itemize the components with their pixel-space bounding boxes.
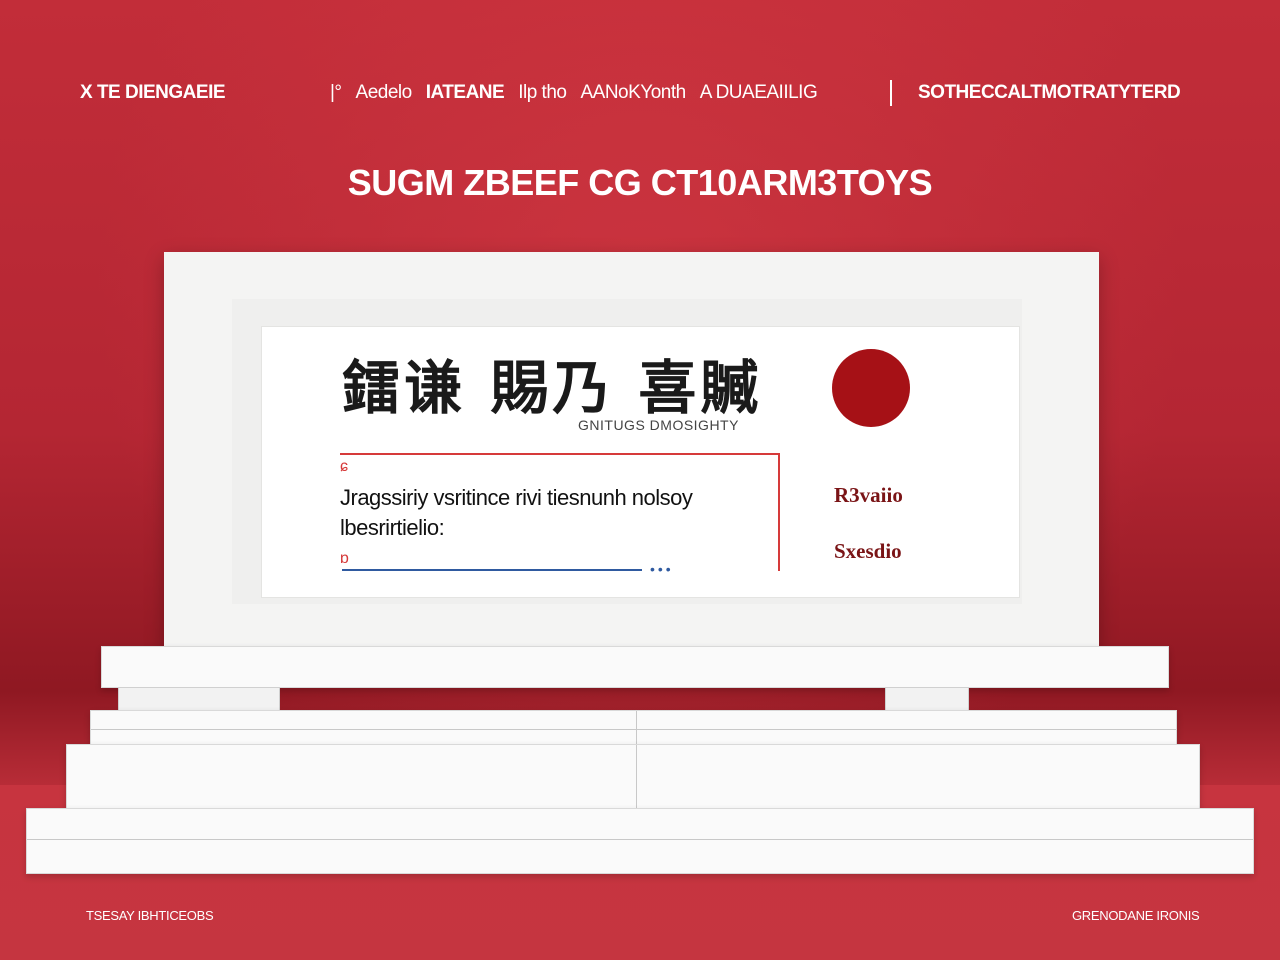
field-corner-marker: ɒ xyxy=(340,550,349,567)
podium-step xyxy=(66,744,1200,810)
step-divider xyxy=(636,745,637,809)
footer-left-text: TSESAY IBHTICEOBS xyxy=(86,908,214,923)
podium-leg xyxy=(118,687,280,711)
field-underline xyxy=(342,569,642,571)
field-corner-marker: ɕ xyxy=(340,458,348,475)
step-divider xyxy=(636,711,637,745)
cjk-title: 鐳谦 賜乃 喜贓 xyxy=(342,354,763,422)
top-navigation: X TE DIENGAEIE |° Aedelo IATEANE Ilp tho… xyxy=(0,78,1280,108)
field-text: Jragssiriy vsritince rivi tiesnunh nolso… xyxy=(340,485,693,540)
podium-base-step xyxy=(26,808,1254,874)
nav-middle-menu: |° Aedelo IATEANE Ilp tho AANoKYonth A D… xyxy=(330,82,818,104)
podium-top-step xyxy=(101,646,1169,688)
footer-right-text: GRENODANE IRONIS xyxy=(1072,908,1200,923)
nav-divider xyxy=(890,80,892,106)
card-subtitle: GNITUGS DMOSIGHTY xyxy=(578,417,739,433)
step-line xyxy=(27,839,1253,840)
content-card: 鐳谦 賜乃 喜贓 GNITUGS DMOSIGHTY ɕ Jragssiriy … xyxy=(261,326,1020,598)
side-label[interactable]: R3vaiio xyxy=(834,483,903,508)
nav-item[interactable]: Aedelo xyxy=(356,82,413,104)
page-headline: SUGM ZBEEF CG CT10ARM3TOYS xyxy=(347,162,933,203)
field-handle-icon[interactable]: ••• xyxy=(650,561,674,577)
podium-leg xyxy=(885,687,969,711)
text-field[interactable]: ɕ Jragssiriy vsritince rivi tiesnunh nol… xyxy=(340,453,780,577)
podium-step xyxy=(90,710,1177,746)
nav-item[interactable]: AANoKYonth xyxy=(580,82,686,104)
nav-item[interactable]: IATEANE xyxy=(426,82,505,104)
nav-left-label[interactable]: X TE DIENGAEIE xyxy=(80,82,226,104)
display-board: 鐳谦 賜乃 喜贓 GNITUGS DMOSIGHTY ɕ Jragssiriy … xyxy=(164,252,1099,652)
step-line xyxy=(91,729,1176,730)
nav-right-label[interactable]: SOTHECCALTMOTRATYTERD xyxy=(918,82,1181,104)
red-circle-icon xyxy=(832,349,910,427)
nav-item[interactable]: A DUAEAIILIG xyxy=(700,82,818,104)
nav-item[interactable]: Ilp tho xyxy=(518,82,567,104)
side-label[interactable]: Sxesdio xyxy=(834,539,902,564)
nav-item[interactable]: |° xyxy=(330,82,342,104)
